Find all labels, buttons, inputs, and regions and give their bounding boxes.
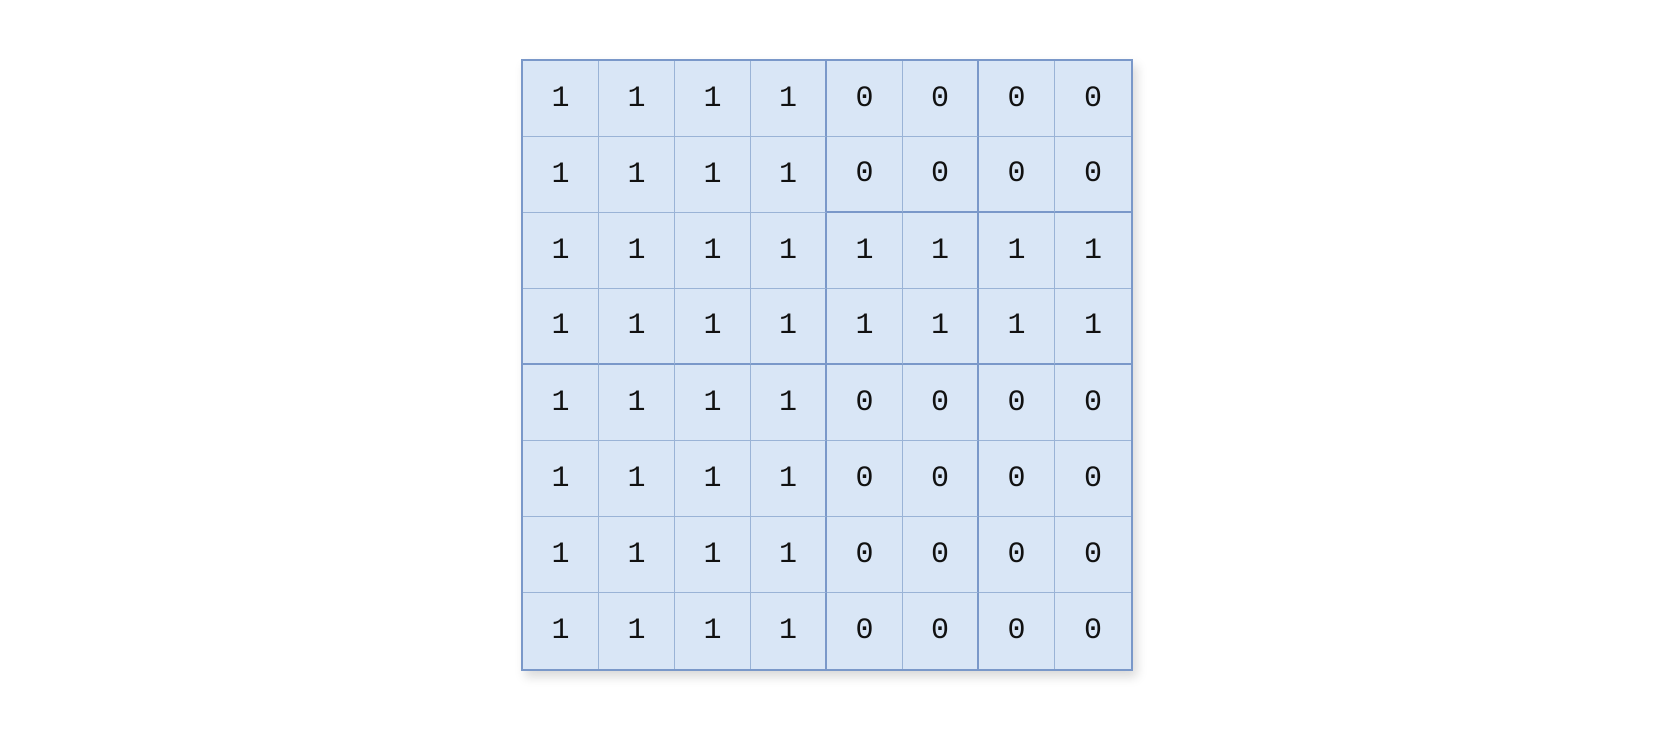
matrix-cell: 1 xyxy=(599,365,675,441)
matrix-cell: 0 xyxy=(827,517,903,593)
matrix-cell: 1 xyxy=(751,213,827,289)
matrix-cell: 1 xyxy=(903,289,979,365)
matrix-cell: 1 xyxy=(751,61,827,137)
matrix-cell: 0 xyxy=(903,441,979,517)
matrix-cell: 1 xyxy=(903,213,979,289)
matrix-container: 1111000011110000111111111111111111110000… xyxy=(521,59,1133,671)
matrix-cell: 1 xyxy=(751,441,827,517)
matrix-cell: 0 xyxy=(979,441,1055,517)
matrix-cell: 1 xyxy=(675,61,751,137)
matrix-cell: 1 xyxy=(523,137,599,213)
matrix-cell: 0 xyxy=(979,61,1055,137)
matrix-cell: 0 xyxy=(827,441,903,517)
matrix-cell: 0 xyxy=(1055,61,1131,137)
matrix-cell: 1 xyxy=(751,289,827,365)
matrix-cell: 0 xyxy=(827,137,903,213)
matrix-cell: 1 xyxy=(523,517,599,593)
matrix-cell: 1 xyxy=(979,289,1055,365)
matrix-cell: 1 xyxy=(675,517,751,593)
matrix-cell: 0 xyxy=(903,61,979,137)
matrix-cell: 1 xyxy=(523,289,599,365)
matrix-cell: 0 xyxy=(903,137,979,213)
matrix-cell: 1 xyxy=(523,61,599,137)
matrix-cell: 1 xyxy=(751,365,827,441)
matrix-cell: 0 xyxy=(827,593,903,669)
matrix-cell: 1 xyxy=(979,213,1055,289)
matrix-cell: 0 xyxy=(1055,517,1131,593)
matrix-cell: 1 xyxy=(751,137,827,213)
matrix-cell: 0 xyxy=(1055,365,1131,441)
matrix-cell: 1 xyxy=(523,441,599,517)
matrix-cell: 0 xyxy=(1055,593,1131,669)
matrix-cell: 1 xyxy=(599,137,675,213)
matrix-cell: 1 xyxy=(751,593,827,669)
diagram-stage: 1111000011110000111111111111111111110000… xyxy=(0,0,1654,730)
matrix-cell: 0 xyxy=(827,365,903,441)
matrix-cell: 0 xyxy=(979,365,1055,441)
matrix-cell: 1 xyxy=(1055,289,1131,365)
matrix-cell: 0 xyxy=(903,365,979,441)
matrix-cell: 1 xyxy=(675,289,751,365)
matrix-cell: 1 xyxy=(675,593,751,669)
matrix-cell: 1 xyxy=(827,213,903,289)
matrix-cell: 1 xyxy=(599,441,675,517)
matrix-cell: 0 xyxy=(1055,137,1131,213)
matrix-cell: 1 xyxy=(1055,213,1131,289)
matrix-cell: 0 xyxy=(979,593,1055,669)
matrix-cell: 1 xyxy=(675,213,751,289)
matrix-cell: 1 xyxy=(599,61,675,137)
binary-matrix: 1111000011110000111111111111111111110000… xyxy=(521,59,1133,671)
matrix-cell: 1 xyxy=(523,365,599,441)
matrix-cell: 0 xyxy=(903,593,979,669)
matrix-cell: 0 xyxy=(903,517,979,593)
matrix-cell: 0 xyxy=(1055,441,1131,517)
matrix-cell: 1 xyxy=(523,593,599,669)
matrix-cell: 1 xyxy=(523,213,599,289)
matrix-cell: 1 xyxy=(599,213,675,289)
matrix-cell: 0 xyxy=(979,517,1055,593)
matrix-cell: 1 xyxy=(599,289,675,365)
matrix-cell: 1 xyxy=(751,517,827,593)
matrix-cell: 0 xyxy=(979,137,1055,213)
matrix-cell: 1 xyxy=(675,441,751,517)
matrix-cell: 1 xyxy=(675,365,751,441)
matrix-cell: 1 xyxy=(827,289,903,365)
matrix-cell: 1 xyxy=(599,517,675,593)
matrix-cell: 1 xyxy=(675,137,751,213)
matrix-cell: 0 xyxy=(827,61,903,137)
matrix-cell: 1 xyxy=(599,593,675,669)
